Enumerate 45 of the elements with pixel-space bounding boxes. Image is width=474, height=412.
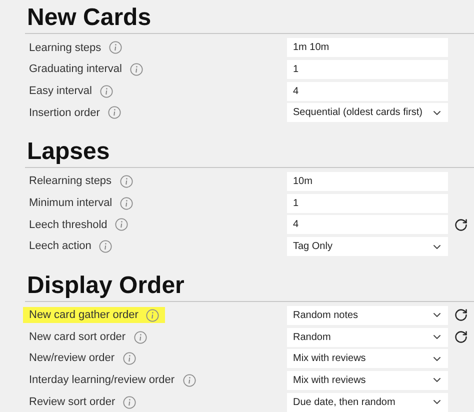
info-icon[interactable] — [100, 84, 113, 98]
reset-icon[interactable] — [454, 330, 468, 344]
text-field[interactable]: 1 — [287, 60, 448, 80]
dropdown[interactable]: Tag Only — [287, 237, 448, 256]
info-icon[interactable] — [134, 330, 147, 344]
setting-label: Insertion order — [29, 106, 100, 121]
setting-label: Leech action — [29, 239, 92, 254]
reset-icon[interactable] — [454, 308, 468, 322]
dropdown[interactable]: Sequential (oldest cards first) — [287, 103, 448, 122]
info-icon[interactable] — [115, 218, 128, 232]
info-icon[interactable] — [108, 106, 121, 120]
setting-label: Interday learning/review order — [29, 373, 175, 388]
setting-label: Learning steps — [29, 40, 102, 56]
reset-icon[interactable] — [454, 218, 468, 232]
info-icon[interactable] — [122, 352, 136, 366]
info-icon[interactable] — [146, 308, 160, 322]
section-heading: Lapses — [26, 138, 111, 166]
setting-label: Relearning steps — [29, 174, 112, 190]
setting-label: Review sort order — [29, 394, 116, 410]
info-icon[interactable] — [120, 175, 133, 188]
info-icon[interactable] — [109, 41, 122, 54]
info-icon[interactable] — [130, 63, 143, 76]
info-icon[interactable] — [182, 374, 196, 387]
setting-label: New card gather order — [29, 308, 138, 324]
dropdown[interactable]: Random notes — [287, 306, 448, 325]
setting-label: Graduating interval — [29, 62, 122, 78]
setting-label: Minimum interval — [29, 196, 112, 212]
dropdown[interactable]: Mix with reviews — [287, 370, 448, 390]
setting-label: Leech threshold — [29, 218, 108, 233]
setting-label: New/review order — [29, 351, 115, 366]
dropdown[interactable]: Mix with reviews — [287, 349, 448, 368]
section-heading: New Cards — [26, 4, 152, 32]
info-icon[interactable] — [120, 196, 134, 210]
setting-label: New card sort order — [29, 330, 126, 345]
section-heading: Display Order — [26, 272, 186, 300]
text-field[interactable]: 4 — [287, 82, 448, 101]
text-field[interactable]: 10m — [287, 172, 448, 192]
info-icon[interactable] — [123, 396, 136, 409]
info-icon[interactable] — [99, 240, 112, 254]
dropdown[interactable]: Due date, then random — [287, 392, 448, 412]
text-field[interactable]: 1 — [287, 194, 448, 213]
setting-label: Easy interval — [29, 84, 92, 99]
text-field[interactable]: 1m 10m — [287, 38, 448, 58]
dropdown[interactable]: Random — [287, 328, 448, 347]
text-field[interactable]: 4 — [287, 215, 448, 234]
